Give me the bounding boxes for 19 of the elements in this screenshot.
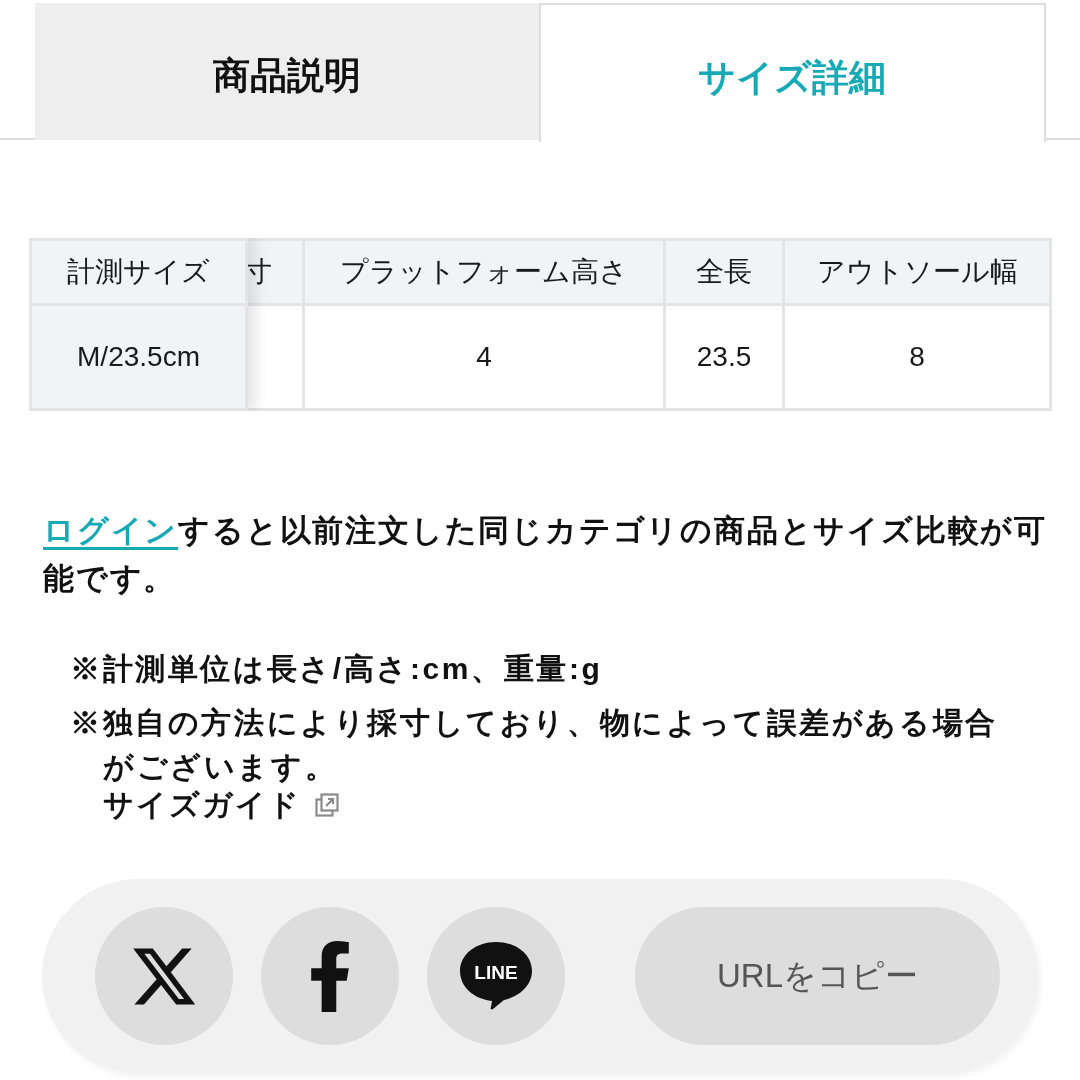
table-cell: 23.5: [666, 306, 785, 411]
line-logo-icon: LINE: [460, 942, 532, 1010]
note-text: ※独自の方法により採寸しており、物によって誤差がある場合がございます。: [70, 705, 999, 785]
table-cell: M/23.5cm: [29, 306, 248, 411]
x-logo-icon: [133, 947, 195, 1005]
copy-url-button[interactable]: URLをコピー: [635, 907, 1000, 1045]
facebook-logo-icon: [311, 940, 349, 1012]
table-cell: 4: [305, 306, 666, 411]
note-text: ※計測単位は長さ/高さ:cm、重量:g: [70, 651, 604, 687]
share-button[interactable]: LINE: [427, 907, 565, 1045]
tab[interactable]: 商品説明: [35, 3, 539, 140]
table-header-cell: プラットフォーム高さ: [305, 241, 666, 306]
external-link-icon: [315, 793, 339, 817]
table-header-cell: アウトソール幅: [785, 241, 1052, 306]
table-header-cell: 全長: [666, 241, 785, 306]
table-header-cell: 計測サイズ: [29, 238, 248, 306]
size-guide-link[interactable]: サイズガイド: [103, 785, 339, 825]
table-cell: 8: [785, 306, 1052, 411]
login-note: ログインすると以前注文した同じカテゴリの商品とサイズ比較が可能です。: [43, 512, 1048, 598]
